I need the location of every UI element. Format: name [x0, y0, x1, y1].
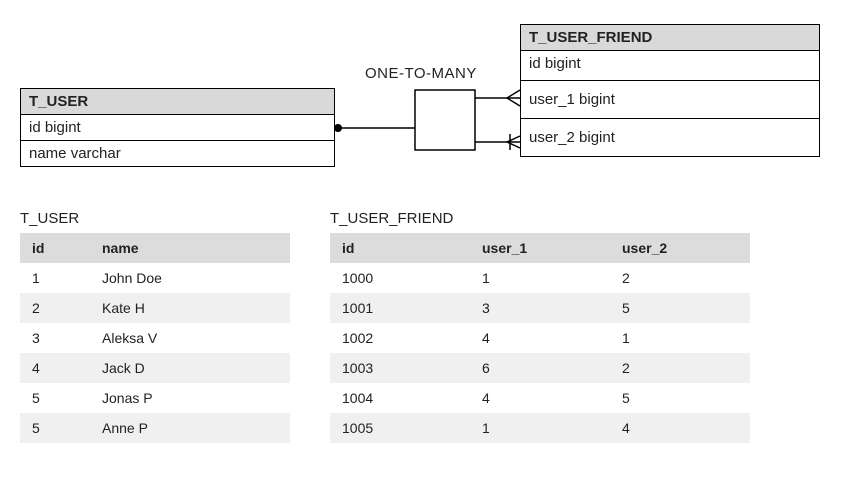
- t-user-data-table: id name 1John Doe2Kate H3Aleksa V4Jack D…: [20, 233, 290, 443]
- table-row: 4Jack D: [20, 353, 290, 383]
- t-user-friend-tbody: 100012100135100241100362100445100514: [330, 263, 750, 443]
- table-cell: 1: [470, 263, 610, 293]
- table-cell: 6: [470, 353, 610, 383]
- t-user-friend-data-table: id user_1 user_2 10001210013510024110036…: [330, 233, 750, 443]
- table-cell: 3: [470, 293, 610, 323]
- table-cell: 1: [20, 263, 90, 293]
- entity-t-user-friend-col-id: id bigint: [521, 51, 819, 81]
- table-cell: 2: [20, 293, 90, 323]
- table-row: 100012: [330, 263, 750, 293]
- table-cell: 1: [610, 323, 750, 353]
- table-cell: Aleksa V: [90, 323, 290, 353]
- table-cell: 4: [610, 413, 750, 443]
- table-cell: Jack D: [90, 353, 290, 383]
- table-row: 1John Doe: [20, 263, 290, 293]
- t-user-data-block: T_USER id name 1John Doe2Kate H3Aleksa V…: [20, 210, 290, 443]
- data-tables-area: T_USER id name 1John Doe2Kate H3Aleksa V…: [20, 210, 827, 443]
- entity-t-user-friend-col-user2: user_2 bigint: [521, 119, 819, 156]
- t-user-friend-data-title: T_USER_FRIEND: [330, 210, 750, 227]
- table-cell: 5: [20, 383, 90, 413]
- table-row: 100514: [330, 413, 750, 443]
- table-row: 2Kate H: [20, 293, 290, 323]
- table-cell: 1005: [330, 413, 470, 443]
- table-cell: 4: [470, 383, 610, 413]
- erd-diagram: T_USER id bigint name varchar T_USER_FRI…: [20, 20, 827, 190]
- relationship-label: ONE-TO-MANY: [365, 65, 477, 82]
- table-cell: John Doe: [90, 263, 290, 293]
- t-user-tbody: 1John Doe2Kate H3Aleksa V4Jack D5Jonas P…: [20, 263, 290, 443]
- table-cell: 1003: [330, 353, 470, 383]
- table-cell: 4: [20, 353, 90, 383]
- table-cell: 4: [470, 323, 610, 353]
- table-row: 100241: [330, 323, 750, 353]
- t-uf-header-user2: user_2: [610, 233, 750, 263]
- entity-t-user-col-id: id bigint: [21, 115, 334, 141]
- table-cell: 1001: [330, 293, 470, 323]
- entity-t-user-col-name: name varchar: [21, 141, 334, 166]
- table-row: 100445: [330, 383, 750, 413]
- table-cell: 5: [610, 293, 750, 323]
- table-cell: Kate H: [90, 293, 290, 323]
- table-cell: 1: [470, 413, 610, 443]
- table-cell: Jonas P: [90, 383, 290, 413]
- table-row: 5Jonas P: [20, 383, 290, 413]
- t-user-data-title: T_USER: [20, 210, 290, 227]
- entity-t-user-friend: T_USER_FRIEND id bigint user_1 bigint us…: [520, 24, 820, 157]
- t-uf-header-user1: user_1: [470, 233, 610, 263]
- table-row: 100362: [330, 353, 750, 383]
- table-cell: 2: [610, 353, 750, 383]
- t-user-friend-data-block: T_USER_FRIEND id user_1 user_2 100012100…: [330, 210, 750, 443]
- table-cell: 1004: [330, 383, 470, 413]
- t-uf-header-id: id: [330, 233, 470, 263]
- table-cell: 5: [20, 413, 90, 443]
- table-cell: 5: [610, 383, 750, 413]
- t-user-header-id: id: [20, 233, 90, 263]
- table-row: 5Anne P: [20, 413, 290, 443]
- entity-t-user-friend-col-user1: user_1 bigint: [521, 81, 819, 119]
- t-user-header-name: name: [90, 233, 290, 263]
- table-cell: 1002: [330, 323, 470, 353]
- table-row: 100135: [330, 293, 750, 323]
- entity-t-user: T_USER id bigint name varchar: [20, 88, 335, 167]
- table-cell: Anne P: [90, 413, 290, 443]
- table-cell: 3: [20, 323, 90, 353]
- entity-t-user-friend-header: T_USER_FRIEND: [521, 25, 819, 51]
- table-row: 3Aleksa V: [20, 323, 290, 353]
- table-cell: 2: [610, 263, 750, 293]
- entity-t-user-header: T_USER: [21, 89, 334, 115]
- table-cell: 1000: [330, 263, 470, 293]
